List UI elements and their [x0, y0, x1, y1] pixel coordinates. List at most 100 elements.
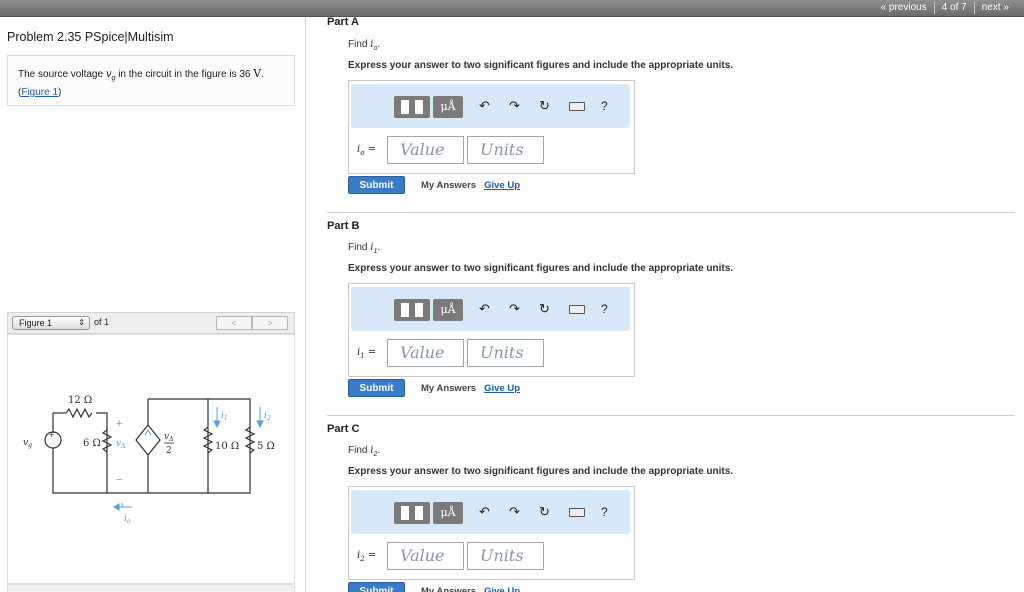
label-r10: 10 Ω [215, 441, 239, 452]
templates-button[interactable] [394, 502, 430, 524]
part-a-units-input[interactable]: Units [467, 136, 544, 164]
part-c-value-input[interactable]: Value [387, 542, 464, 570]
units-button[interactable]: μÅ [433, 299, 463, 321]
templates-button[interactable] [394, 299, 430, 321]
part-c-my-answers[interactable]: My Answers [421, 586, 476, 592]
redo-icon[interactable]: ↷ [509, 504, 520, 520]
divider [327, 415, 1015, 416]
label-io: io [124, 514, 131, 525]
part-c-toolbar: μÅ ↶ ↷ ↻ ? [351, 490, 630, 534]
figure-select-value: Figure 1 [19, 318, 53, 328]
figure-next-button[interactable]: > [252, 316, 288, 330]
undo-icon[interactable]: ↶ [479, 98, 490, 114]
label-vg: vg [23, 438, 32, 449]
page-position: 4 of 7 [933, 2, 974, 14]
reset-icon[interactable]: ↻ [539, 301, 550, 317]
part-c-var: i2 = [357, 549, 377, 563]
figure-link[interactable]: Figure 1 [21, 87, 58, 98]
part-a-instructions: Express your answer to two significant f… [348, 60, 734, 71]
label-vdelta: vΔ [116, 439, 125, 450]
part-a-my-answers[interactable]: My Answers [421, 180, 476, 191]
undo-icon[interactable]: ↶ [479, 301, 490, 317]
part-b-var: i1 = [357, 346, 377, 360]
templates-button[interactable] [394, 96, 430, 118]
label-i2: i2 [264, 411, 271, 422]
vdelta-minus: − [116, 474, 122, 486]
part-a-label: Part A [327, 16, 359, 28]
keyboard-icon[interactable] [569, 305, 585, 314]
previous-link[interactable]: « previous [874, 2, 934, 14]
part-a-give-up[interactable]: Give Up [484, 180, 520, 191]
figure-area: 12 Ω vg + 6 Ω + vΔ − vΔ 2 10 Ω 5 Ω i1 i2… [7, 334, 295, 584]
top-nav-bar: « previous 4 of 7 next » [0, 0, 1024, 17]
label-i1: i1 [221, 411, 228, 422]
part-b-find: Find i1. [348, 242, 381, 255]
figure-prev-button[interactable]: < [216, 316, 252, 330]
part-c-find: Find i2. [348, 445, 381, 458]
part-c-units-input[interactable]: Units [467, 542, 544, 570]
part-b-units-input[interactable]: Units [467, 339, 544, 367]
part-b-answer-row: i1 = Value Units [357, 339, 547, 367]
dep-denominator: 2 [166, 446, 172, 456]
part-a-submit-button[interactable]: Submit [348, 176, 405, 194]
units-button[interactable]: μÅ [433, 502, 463, 524]
figure-nav: < > [216, 316, 288, 330]
statement-var-sub: g [111, 75, 116, 82]
part-b-value-input[interactable]: Value [387, 339, 464, 367]
help-icon[interactable]: ? [601, 301, 608, 317]
part-c-answer-row: i2 = Value Units [357, 542, 547, 570]
label-r5: 5 Ω [257, 441, 275, 452]
help-icon[interactable]: ? [601, 98, 608, 114]
part-b-answer-box: μÅ ↶ ↷ ↻ ? i1 = Value Units [348, 283, 635, 377]
part-b-submit-button[interactable]: Submit [348, 379, 405, 397]
part-a-actions: Submit My Answers Give Up [348, 176, 520, 194]
undo-icon[interactable]: ↶ [479, 504, 490, 520]
statement-text-2: in the circuit in the figure is 36 [118, 69, 251, 80]
pager: « previous 4 of 7 next » [874, 2, 1016, 14]
part-b-my-answers[interactable]: My Answers [421, 383, 476, 394]
part-b-instructions: Express your answer to two significant f… [348, 263, 734, 274]
redo-icon[interactable]: ↷ [509, 98, 520, 114]
figure-count: of 1 [94, 317, 110, 327]
part-c-answer-box: μÅ ↶ ↷ ↻ ? i2 = Value Units [348, 486, 635, 580]
circuit-diagram: 12 Ω vg + 6 Ω + vΔ − vΔ 2 10 Ω 5 Ω i1 i2… [23, 395, 275, 525]
part-a-var: io = [357, 143, 376, 157]
part-c-submit-button[interactable]: Submit [348, 582, 405, 592]
help-icon[interactable]: ? [601, 504, 608, 520]
part-c-give-up[interactable]: Give Up [484, 586, 520, 592]
next-link[interactable]: next » [973, 2, 1016, 14]
part-a-value-input[interactable]: Value [387, 136, 464, 164]
figure-toolbar: Figure 1 ⇕ of 1 < > [7, 312, 295, 334]
select-arrows-icon: ⇕ [78, 318, 85, 327]
part-a-toolbar: μÅ ↶ ↷ ↻ ? [351, 84, 630, 128]
keyboard-icon[interactable] [569, 508, 585, 517]
part-b-label: Part B [327, 220, 360, 232]
figure-select[interactable]: Figure 1 ⇕ [12, 316, 90, 330]
reset-icon[interactable]: ↻ [539, 98, 550, 114]
figure-footer [7, 584, 295, 592]
vdelta-plus: + [116, 418, 122, 430]
problem-panel: Problem 2.35 PSpice|Multisim The source … [0, 17, 306, 592]
part-c-instructions: Express your answer to two significant f… [348, 466, 734, 477]
part-a-answer-box: μÅ ↶ ↷ ↻ ? io = Value Units [348, 80, 635, 174]
problem-statement: The source voltage vg in the circuit in … [7, 55, 295, 106]
reset-icon[interactable]: ↻ [539, 504, 550, 520]
label-r6: 6 Ω [83, 438, 101, 449]
part-c-label: Part C [327, 423, 360, 435]
part-c-actions: Submit My Answers Give Up [348, 582, 520, 592]
keyboard-icon[interactable] [569, 102, 585, 111]
statement-period: . [261, 69, 264, 80]
units-button[interactable]: μÅ [433, 96, 463, 118]
part-a-answer-row: io = Value Units [357, 136, 547, 164]
dep-numerator: vΔ [164, 432, 173, 443]
part-b-give-up[interactable]: Give Up [484, 383, 520, 394]
part-a-find: Find io. [348, 39, 381, 52]
label-r12: 12 Ω [68, 395, 92, 406]
source-plus: + [49, 430, 54, 440]
redo-icon[interactable]: ↷ [509, 301, 520, 317]
divider [327, 212, 1015, 213]
parts-panel: Part A Find io. Express your answer to t… [307, 16, 1024, 592]
problem-title: Problem 2.35 PSpice|Multisim [7, 30, 174, 44]
part-b-actions: Submit My Answers Give Up [348, 379, 520, 397]
statement-text-1: The source voltage [18, 69, 104, 80]
